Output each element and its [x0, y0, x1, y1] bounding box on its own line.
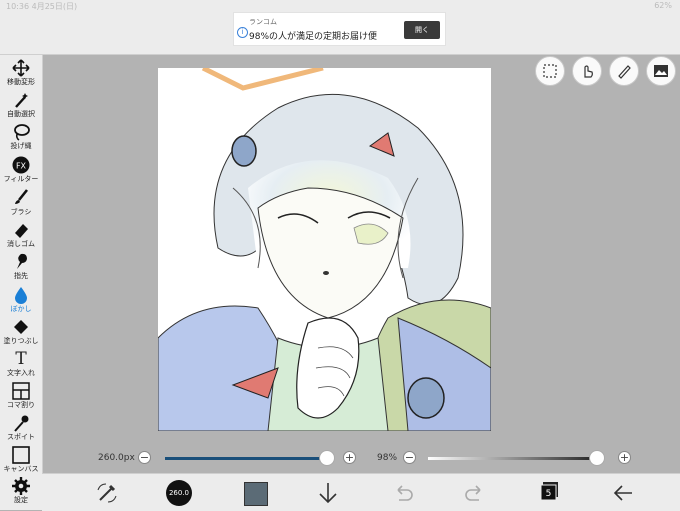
text-icon: T	[15, 349, 27, 369]
tool-label: 投げ縄	[10, 142, 32, 150]
fx-icon: FX	[12, 156, 30, 174]
brush-size-preview[interactable]: 260.0	[166, 480, 192, 506]
pen-icon	[618, 65, 631, 79]
tool-fill[interactable]: 塗りつぶし	[0, 316, 42, 350]
undo-icon[interactable]	[390, 480, 416, 506]
tool-text[interactable]: T 文字入れ	[0, 348, 42, 382]
move-icon	[12, 59, 30, 77]
brush-size-label: 260.0px	[98, 453, 135, 463]
ad-banner[interactable]: i ランコム 98%の人が満足の定期お届け便 開く	[233, 12, 446, 46]
ad-headline: 98%の人が満足の定期お届け便	[249, 32, 378, 42]
magic-wand-icon	[15, 93, 28, 108]
lasso-icon	[14, 124, 30, 141]
blur-drop-icon	[15, 287, 27, 304]
status-time: 10:36 4月25日(日)	[6, 2, 78, 11]
back-arrow-icon[interactable]	[610, 480, 636, 506]
tool-eraser[interactable]: 消しゴム	[0, 219, 42, 253]
redo-icon[interactable]	[462, 480, 488, 506]
opacity-slider-thumb[interactable]	[589, 450, 605, 466]
drawing-canvas[interactable]	[158, 68, 491, 431]
tool-lasso[interactable]: 投げ縄	[0, 121, 42, 155]
svg-text:FX: FX	[16, 162, 27, 171]
top-bar: i ランコム 98%の人が満足の定期お届け便 開く	[0, 12, 680, 55]
brush-icon	[15, 189, 29, 204]
tool-label: 自動選択	[7, 110, 35, 118]
panel-icon	[12, 382, 30, 400]
brush-switch-icon[interactable]	[94, 480, 120, 506]
opacity-minus-button[interactable]: −	[403, 451, 416, 464]
tool-label: コマ割り	[7, 401, 35, 409]
tool-eyedropper[interactable]: スポイト	[0, 412, 42, 446]
tool-label: スポイト	[7, 433, 35, 441]
fill-bucket-icon	[14, 320, 28, 334]
color-swatch[interactable]	[244, 482, 268, 506]
tool-auto-select[interactable]: 自動選択	[0, 89, 42, 123]
tool-label: 指先	[14, 272, 28, 280]
size-slider-track[interactable]	[165, 457, 325, 460]
tool-move[interactable]: 移動変形	[0, 57, 42, 91]
ad-info-icon[interactable]: i	[237, 27, 248, 38]
gesture-button[interactable]	[572, 56, 602, 86]
bottom-toolbar: 260.0 5	[42, 473, 680, 511]
opacity-slider-track[interactable]	[428, 457, 598, 460]
svg-text:5: 5	[546, 489, 552, 499]
selection-icon	[543, 64, 557, 78]
gear-icon	[12, 477, 30, 495]
tool-label: ぼかし	[10, 305, 32, 313]
pen-button[interactable]	[609, 56, 639, 86]
image-icon	[654, 65, 668, 77]
tool-label: 移動変形	[7, 78, 35, 86]
artwork-illustration	[158, 68, 491, 431]
tool-filter[interactable]: FX フィルター	[0, 154, 42, 188]
download-arrow-icon[interactable]	[315, 480, 341, 506]
gallery-button[interactable]	[646, 56, 676, 86]
selection-button[interactable]	[535, 56, 565, 86]
canvas-icon	[12, 446, 30, 464]
ad-open-button[interactable]: 開く	[404, 21, 440, 39]
tool-label: フィルター	[3, 175, 39, 183]
size-slider-thumb[interactable]	[319, 450, 335, 466]
tool-label: キャンバス	[3, 465, 39, 473]
size-plus-button[interactable]: +	[343, 451, 356, 464]
hand-pointer-icon	[584, 65, 593, 78]
opacity-plus-button[interactable]: +	[618, 451, 631, 464]
ad-sponsor: ランコム	[249, 18, 277, 26]
opacity-label: 98%	[377, 453, 398, 463]
layers-icon[interactable]: 5	[540, 482, 560, 500]
status-bar: 10:36 4月25日(日) 62%	[0, 0, 680, 12]
tool-label: 塗りつぶし	[3, 337, 39, 345]
tool-label: 文字入れ	[7, 369, 35, 377]
tool-canvas[interactable]: キャンバス	[0, 444, 42, 478]
eyedropper-icon	[14, 415, 29, 432]
status-battery: 62%	[654, 1, 672, 10]
tool-panel[interactable]: コマ割り	[0, 380, 42, 414]
tool-brush[interactable]: ブラシ	[0, 187, 42, 221]
eraser-icon	[15, 224, 28, 238]
brush-sliders: 260.0px − + 98% − +	[42, 447, 680, 471]
tool-finger[interactable]: 指先	[0, 251, 42, 285]
tool-sidebar: 移動変形 自動選択 投げ縄 FX フィルター ブラシ 消しゴム 指先 ぼかし 塗…	[0, 55, 43, 510]
size-minus-button[interactable]: −	[138, 451, 151, 464]
tool-label: ブラシ	[10, 208, 32, 216]
finger-icon	[17, 253, 27, 269]
tool-blur[interactable]: ぼかし	[0, 284, 42, 318]
tool-settings[interactable]: 設定	[0, 475, 42, 509]
tool-label: 設定	[14, 496, 28, 504]
tool-label: 消しゴム	[7, 240, 35, 248]
